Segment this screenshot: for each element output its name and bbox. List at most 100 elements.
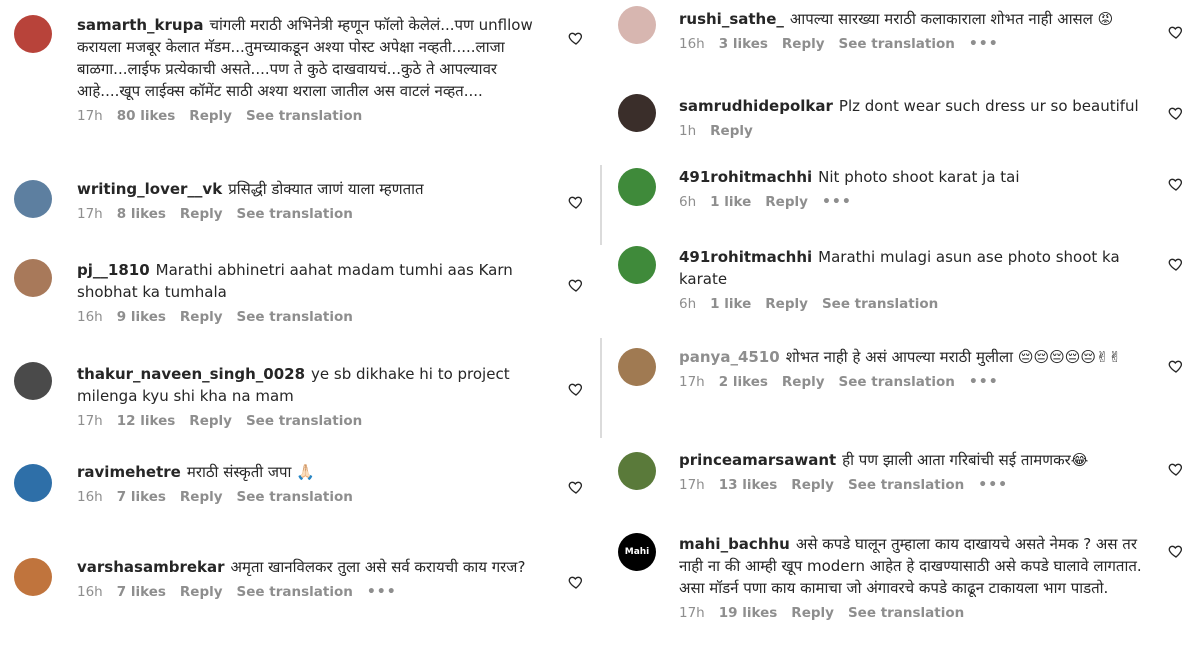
see-translation-button[interactable]: See translation bbox=[822, 296, 938, 312]
reply-button[interactable]: Reply bbox=[180, 489, 223, 505]
comment-time[interactable]: 1h bbox=[679, 123, 696, 139]
reply-button[interactable]: Reply bbox=[180, 309, 223, 325]
comment-username[interactable]: writing_lover__vk bbox=[77, 180, 222, 198]
comment-text-block: panya_4510 शोभत नाही हे असं आपल्या मराठी … bbox=[679, 346, 1157, 368]
likes-count[interactable]: 9 likes bbox=[117, 309, 166, 325]
likes-count[interactable]: 3 likes bbox=[719, 36, 768, 52]
comment-meta: 17h 19 likes Reply See translation bbox=[679, 605, 1157, 621]
like-heart-icon[interactable] bbox=[1168, 24, 1184, 40]
comment-username[interactable]: panya_4510 bbox=[679, 348, 780, 366]
like-heart-icon[interactable] bbox=[568, 277, 584, 293]
thread-line bbox=[600, 165, 602, 245]
comment-time[interactable]: 17h bbox=[77, 206, 103, 222]
comment-time[interactable]: 17h bbox=[77, 108, 103, 124]
comment-username[interactable]: mahi_bachhu bbox=[679, 535, 790, 553]
more-options-icon[interactable]: ••• bbox=[978, 477, 1008, 493]
see-translation-button[interactable]: See translation bbox=[246, 413, 362, 429]
see-translation-button[interactable]: See translation bbox=[848, 477, 964, 493]
likes-count[interactable]: 7 likes bbox=[117, 489, 166, 505]
like-heart-icon[interactable] bbox=[1168, 543, 1184, 559]
comment-time[interactable]: 17h bbox=[77, 413, 103, 429]
comment-time[interactable]: 16h bbox=[77, 584, 103, 600]
likes-count[interactable]: 80 likes bbox=[117, 108, 176, 124]
comment-time[interactable]: 17h bbox=[679, 477, 705, 493]
avatar[interactable] bbox=[14, 15, 52, 53]
comment-username[interactable]: rushi_sathe_ bbox=[679, 10, 784, 28]
like-heart-icon[interactable] bbox=[568, 30, 584, 46]
comment-username[interactable]: samarth_krupa bbox=[77, 16, 203, 34]
avatar[interactable] bbox=[14, 259, 52, 297]
reply-button[interactable]: Reply bbox=[765, 296, 808, 312]
comment-time[interactable]: 6h bbox=[679, 194, 696, 210]
reply-button[interactable]: Reply bbox=[710, 123, 753, 139]
like-heart-icon[interactable] bbox=[568, 381, 584, 397]
likes-count[interactable]: 1 like bbox=[710, 194, 751, 210]
like-heart-icon[interactable] bbox=[568, 479, 584, 495]
like-heart-icon[interactable] bbox=[568, 194, 584, 210]
more-options-icon[interactable]: ••• bbox=[969, 36, 999, 52]
avatar[interactable] bbox=[14, 464, 52, 502]
comment-text: Nit photo shoot karat ja tai bbox=[818, 168, 1020, 186]
see-translation-button[interactable]: See translation bbox=[839, 374, 955, 390]
comment-time[interactable]: 16h bbox=[679, 36, 705, 52]
avatar[interactable] bbox=[14, 180, 52, 218]
reply-button[interactable]: Reply bbox=[180, 206, 223, 222]
like-heart-icon[interactable] bbox=[568, 574, 584, 590]
like-heart-icon[interactable] bbox=[1168, 176, 1184, 192]
more-options-icon[interactable]: ••• bbox=[969, 374, 999, 390]
comment-text-block: samrudhidepolkar Plz dont wear such dress… bbox=[679, 95, 1157, 117]
comment-username[interactable]: pj__1810 bbox=[77, 261, 150, 279]
likes-count[interactable]: 19 likes bbox=[719, 605, 778, 621]
comment-username[interactable]: 491rohitmachhi bbox=[679, 248, 812, 266]
likes-count[interactable]: 8 likes bbox=[117, 206, 166, 222]
avatar[interactable] bbox=[618, 94, 656, 132]
like-heart-icon[interactable] bbox=[1168, 256, 1184, 272]
more-options-icon[interactable]: ••• bbox=[367, 584, 397, 600]
reply-button[interactable]: Reply bbox=[180, 584, 223, 600]
comment-username[interactable]: samrudhidepolkar bbox=[679, 97, 833, 115]
avatar[interactable] bbox=[618, 246, 656, 284]
likes-count[interactable]: 13 likes bbox=[719, 477, 778, 493]
avatar[interactable] bbox=[14, 558, 52, 596]
see-translation-button[interactable]: See translation bbox=[839, 36, 955, 52]
avatar[interactable]: Mahi bbox=[618, 533, 656, 571]
comment-username[interactable]: princeamarsawant bbox=[679, 451, 836, 469]
avatar[interactable] bbox=[618, 168, 656, 206]
comment-username[interactable]: thakur_naveen_singh_0028 bbox=[77, 365, 305, 383]
see-translation-button[interactable]: See translation bbox=[237, 584, 353, 600]
reply-button[interactable]: Reply bbox=[782, 374, 825, 390]
more-options-icon[interactable]: ••• bbox=[822, 194, 852, 210]
see-translation-button[interactable]: See translation bbox=[848, 605, 964, 621]
comment-username[interactable]: varshasambrekar bbox=[77, 558, 225, 576]
reply-button[interactable]: Reply bbox=[791, 477, 834, 493]
reply-button[interactable]: Reply bbox=[782, 36, 825, 52]
comment-username[interactable]: ravimehetre bbox=[77, 463, 181, 481]
see-translation-button[interactable]: See translation bbox=[246, 108, 362, 124]
avatar[interactable] bbox=[618, 6, 656, 44]
see-translation-button[interactable]: See translation bbox=[237, 309, 353, 325]
comment-username[interactable]: 491rohitmachhi bbox=[679, 168, 812, 186]
see-translation-button[interactable]: See translation bbox=[237, 206, 353, 222]
avatar[interactable] bbox=[14, 362, 52, 400]
reply-button[interactable]: Reply bbox=[189, 108, 232, 124]
comment-meta: 17h 80 likes Reply See translation bbox=[77, 108, 557, 124]
like-heart-icon[interactable] bbox=[1168, 461, 1184, 477]
reply-button[interactable]: Reply bbox=[189, 413, 232, 429]
comment-time[interactable]: 17h bbox=[679, 374, 705, 390]
reply-button[interactable]: Reply bbox=[765, 194, 808, 210]
avatar[interactable] bbox=[618, 348, 656, 386]
comment-time[interactable]: 16h bbox=[77, 309, 103, 325]
avatar[interactable] bbox=[618, 452, 656, 490]
likes-count[interactable]: 7 likes bbox=[117, 584, 166, 600]
comment-time[interactable]: 17h bbox=[679, 605, 705, 621]
comment-time[interactable]: 6h bbox=[679, 296, 696, 312]
likes-count[interactable]: 12 likes bbox=[117, 413, 176, 429]
see-translation-button[interactable]: See translation bbox=[237, 489, 353, 505]
like-heart-icon[interactable] bbox=[1168, 358, 1184, 374]
comment-time[interactable]: 16h bbox=[77, 489, 103, 505]
likes-count[interactable]: 2 likes bbox=[719, 374, 768, 390]
likes-count[interactable]: 1 like bbox=[710, 296, 751, 312]
comment-meta: 17h 2 likes Reply See translation ••• bbox=[679, 374, 1157, 390]
reply-button[interactable]: Reply bbox=[791, 605, 834, 621]
like-heart-icon[interactable] bbox=[1168, 105, 1184, 121]
